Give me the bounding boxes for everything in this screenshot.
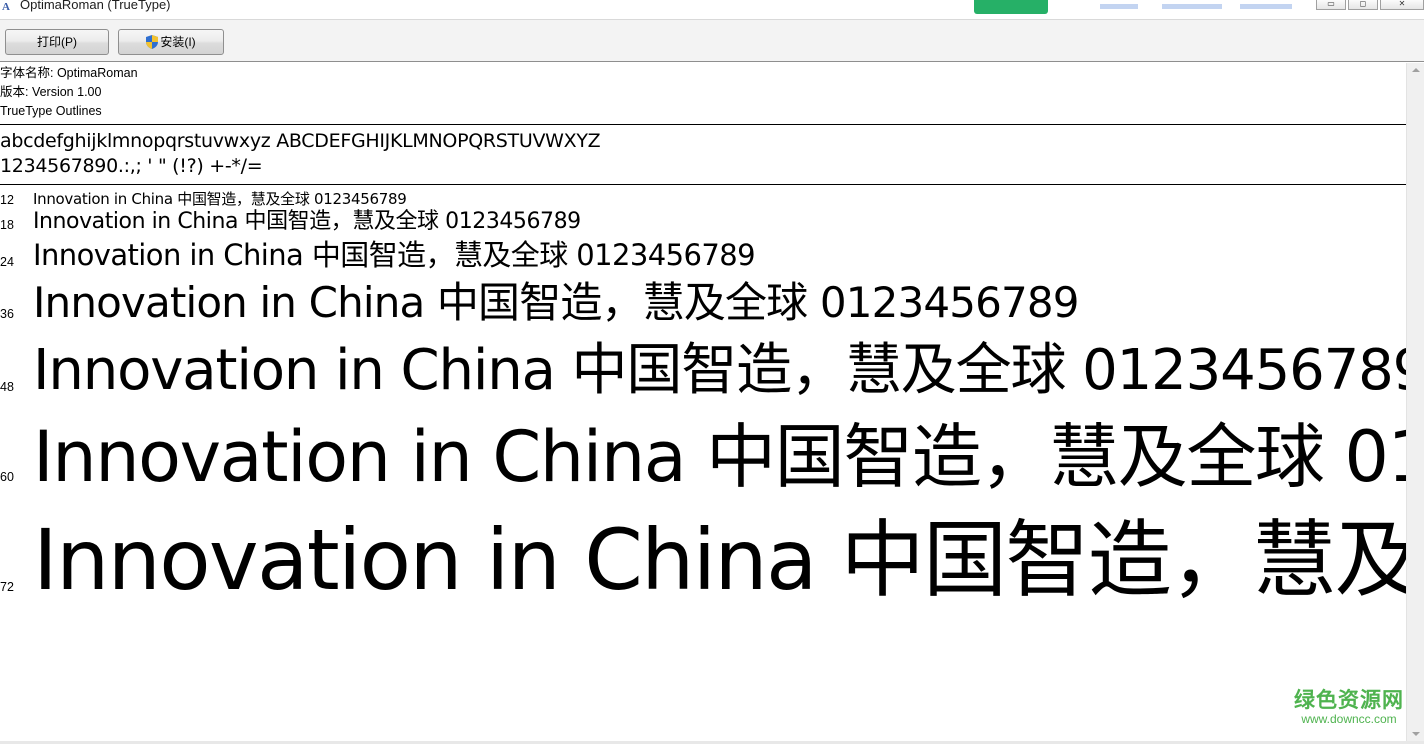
window-title: OptimaRoman (TrueType) (20, 0, 171, 12)
title-bar: A OptimaRoman (TrueType) ▭ ◻ ✕ (0, 0, 1424, 20)
install-button[interactable]: 安装(I) (118, 29, 224, 55)
background-link (1240, 4, 1292, 9)
charset-digits-symbols: 1234567890.:,; ' " (!?) +-*/= (0, 155, 263, 177)
sample-text: Innovation in China 中国智造，慧及全球 0123456789 (33, 278, 1079, 327)
divider (0, 184, 1406, 185)
scroll-down-icon[interactable] (1412, 732, 1420, 736)
size-label: 60 (0, 470, 14, 484)
vertical-scrollbar[interactable] (1406, 63, 1424, 741)
background-link (1162, 4, 1222, 9)
font-version-line: 版本: Version 1.00 (0, 85, 102, 99)
sample-text: Innovation in China 中国智造，慧及全球 0123456789 (33, 238, 756, 272)
print-button[interactable]: 打印(P) (5, 29, 109, 55)
font-a-icon: A (2, 1, 10, 13)
close-icon[interactable]: ✕ (1380, 0, 1424, 10)
font-outline-line: TrueType Outlines (0, 104, 102, 118)
watermark-url: www.downcc.com (1301, 712, 1397, 726)
sample-text: Innovation in China 中国智造，慧及全球 0123456789 (33, 511, 1406, 609)
toolbar: 打印(P) 安装(I) (0, 20, 1424, 62)
background-link (1100, 4, 1138, 9)
uac-shield-icon (146, 35, 159, 49)
font-name-line: 字体名称: OptimaRoman (0, 66, 138, 80)
sample-text: Innovation in China 中国智造，慧及全球 0123456789 (33, 209, 581, 234)
size-label: 18 (0, 218, 14, 232)
size-label: 72 (0, 580, 14, 594)
minimize-icon[interactable]: ▭ (1316, 0, 1346, 10)
sample-text: Innovation in China 中国智造，慧及全球 0123456789 (33, 416, 1406, 498)
window-controls: ▭ ◻ ✕ (1314, 0, 1424, 10)
sample-text: Innovation in China 中国智造，慧及全球 0123456789 (33, 338, 1406, 403)
divider (0, 124, 1406, 125)
charset-letters: abcdefghijklmnopqrstuvwxyz ABCDEFGHIJKLM… (0, 130, 601, 152)
scroll-up-icon[interactable] (1412, 68, 1420, 72)
install-button-label: 安装(I) (160, 35, 196, 49)
sample-text: Innovation in China 中国智造，慧及全球 0123456789 (33, 190, 407, 208)
site-watermark: 绿色资源网 www.downcc.com (1294, 688, 1404, 726)
font-preview-area: 字体名称: OptimaRoman 版本: Version 1.00 TrueT… (0, 63, 1406, 741)
size-label: 36 (0, 307, 14, 321)
background-green-button (974, 0, 1048, 14)
size-label: 24 (0, 255, 14, 269)
maximize-icon[interactable]: ◻ (1348, 0, 1378, 10)
watermark-title: 绿色资源网 (1294, 688, 1404, 712)
size-label: 12 (0, 193, 14, 207)
size-label: 48 (0, 380, 14, 394)
